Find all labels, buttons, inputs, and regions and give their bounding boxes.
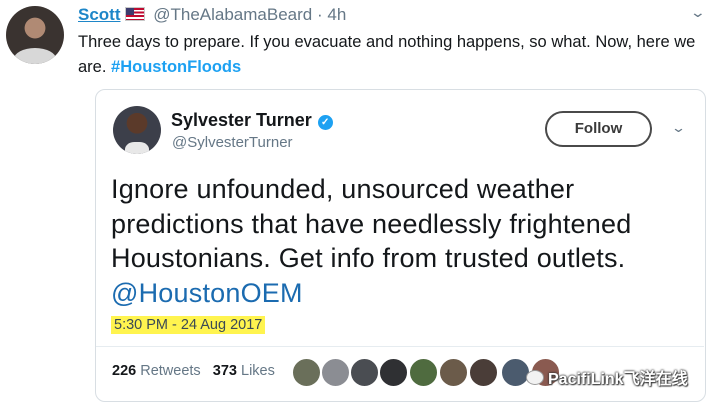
liker-avatar[interactable] [379, 358, 408, 387]
divider [96, 346, 704, 347]
tweet-time[interactable]: 4h [327, 5, 346, 24]
liker-avatar[interactable] [292, 358, 321, 387]
author-name[interactable]: Scott [78, 5, 121, 24]
tweet-header: Scott @TheAlabamaBeard · 4h [78, 5, 346, 25]
tweet-text: Three days to prepare. If you evacuate a… [78, 30, 708, 80]
author-handle[interactable]: @TheAlabamaBeard [153, 5, 312, 24]
watermark-text: PacifiLink飞洋在线 [548, 371, 688, 388]
liker-avatar[interactable] [409, 358, 438, 387]
chevron-down-icon[interactable]: ⌄ [671, 120, 686, 136]
quoted-author-avatar[interactable] [113, 106, 161, 154]
avatar-shirt [14, 48, 56, 64]
follow-button[interactable]: Follow [545, 111, 652, 147]
liker-avatar[interactable] [439, 358, 468, 387]
liker-avatar[interactable] [321, 358, 350, 387]
quoted-author-name[interactable]: Sylvester Turner [171, 110, 312, 130]
retweet-label[interactable]: Retweets [140, 363, 200, 379]
liker-avatar[interactable] [350, 358, 379, 387]
chevron-down-icon[interactable]: ⌄ [690, 4, 706, 21]
quoted-author-handle[interactable]: @SylvesterTurner [172, 134, 293, 151]
watermark: PacifiLink飞洋在线 [526, 365, 688, 389]
quoted-author-name-row: Sylvester Turner ✓ [171, 110, 333, 131]
mention-link[interactable]: @HoustonOEM [111, 278, 303, 308]
quoted-tweet-text: Ignore unfounded, unsourced weather pred… [111, 172, 701, 310]
wechat-icon [526, 370, 544, 385]
author-avatar[interactable] [6, 6, 64, 64]
liker-avatar[interactable] [469, 358, 498, 387]
us-flag-icon [124, 7, 145, 21]
quoted-tweet-body: Ignore unfounded, unsourced weather pred… [111, 174, 632, 273]
verified-badge-icon: ✓ [317, 115, 333, 130]
separator-dot: · [316, 5, 323, 24]
hashtag-link[interactable]: #HoustonFloods [111, 58, 241, 76]
like-count[interactable]: 373 [213, 363, 237, 379]
engagement-stats: 226 Retweets 373 Likes [112, 363, 275, 379]
retweet-count[interactable]: 226 [112, 363, 136, 379]
quoted-timestamp[interactable]: 5:30 PM - 24 Aug 2017 [111, 316, 266, 334]
like-label[interactable]: Likes [241, 363, 275, 379]
